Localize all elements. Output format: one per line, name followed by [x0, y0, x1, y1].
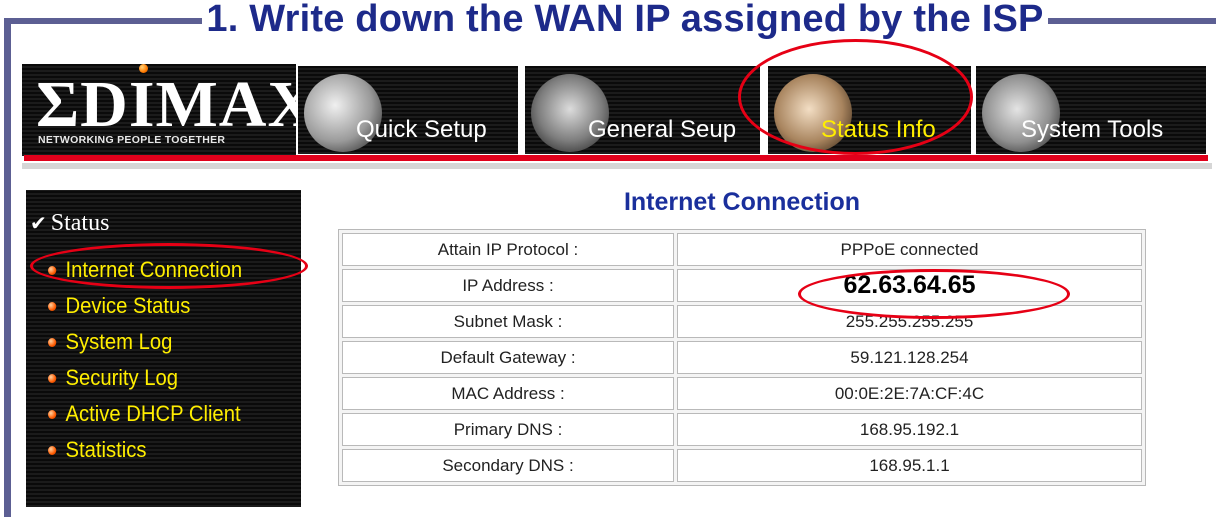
- bullet-icon: [48, 265, 57, 275]
- table-row: Default Gateway : 59.121.128.254: [342, 341, 1142, 374]
- table-row: Subnet Mask : 255.255.255.255: [342, 305, 1142, 338]
- sidebar-item-internet-connection[interactable]: Internet Connection: [48, 252, 242, 288]
- row-value: 00:0E:2E:7A:CF:4C: [677, 377, 1142, 410]
- table-row: Attain IP Protocol : PPPoE connected: [342, 233, 1142, 266]
- sidebar-menu: Internet Connection Device Status System…: [48, 252, 259, 468]
- row-value: 59.121.128.254: [677, 341, 1142, 374]
- sidebar-heading: ✔ Status: [30, 210, 109, 237]
- table-row: IP Address : 62.63.64.65: [342, 269, 1142, 302]
- sidebar-item-system-log[interactable]: System Log: [48, 324, 242, 360]
- row-value: PPPoE connected: [677, 233, 1142, 266]
- row-label: Attain IP Protocol :: [342, 233, 674, 266]
- sidebar-item-label: System Log: [65, 329, 173, 354]
- bullet-icon: [48, 337, 57, 347]
- sidebar-item-label: Internet Connection: [65, 257, 243, 282]
- tab-general-setup[interactable]: General Seup: [525, 66, 760, 154]
- tab-quick-setup[interactable]: Quick Setup: [298, 66, 518, 154]
- tab-label: Status Info: [821, 116, 936, 143]
- row-label: Secondary DNS :: [342, 449, 674, 482]
- page-title: Internet Connection: [623, 188, 861, 216]
- nav-underline: [24, 155, 1208, 161]
- row-label: Default Gateway :: [342, 341, 674, 374]
- bullet-icon: [48, 409, 57, 419]
- row-label: Primary DNS :: [342, 413, 674, 446]
- annotation-frame-top-left: [4, 18, 202, 24]
- row-value: 168.95.192.1: [677, 413, 1142, 446]
- sidebar-item-security-log[interactable]: Security Log: [48, 360, 242, 396]
- row-value: 255.255.255.255: [677, 305, 1142, 338]
- table-row: MAC Address : 00:0E:2E:7A:CF:4C: [342, 377, 1142, 410]
- tab-label: Quick Setup: [356, 116, 487, 143]
- bullet-icon: [48, 445, 57, 455]
- sidebar-item-statistics[interactable]: Statistics: [48, 432, 242, 468]
- sidebar-item-device-status[interactable]: Device Status: [48, 288, 242, 324]
- check-icon: ✔: [30, 213, 47, 235]
- sidebar-item-active-dhcp-client[interactable]: Active DHCP Client: [48, 396, 242, 432]
- sidebar-item-label: Statistics: [65, 437, 147, 462]
- ip-address-value: 62.63.64.65: [677, 269, 1142, 302]
- table-row: Secondary DNS : 168.95.1.1: [342, 449, 1142, 482]
- edimax-logo[interactable]: ΣDIMAX NETWORKING PEOPLE TOGETHER: [22, 64, 315, 156]
- annotation-frame-left: [4, 20, 11, 517]
- sidebar-item-label: Security Log: [65, 365, 178, 390]
- tab-system-tools[interactable]: System Tools: [976, 66, 1206, 154]
- logo-wordmark: ΣDIMAX: [36, 68, 317, 141]
- logo-tagline: NETWORKING PEOPLE TOGETHER: [38, 134, 226, 146]
- sidebar: ✔ Status Internet Connection Device Statu…: [26, 190, 301, 507]
- sidebar-heading-label: Status: [50, 210, 110, 236]
- row-label: IP Address :: [342, 269, 674, 302]
- bullet-icon: [48, 301, 57, 311]
- annotation-frame-top-right: [1048, 18, 1216, 24]
- sidebar-item-label: Active DHCP Client: [65, 401, 241, 426]
- row-label: MAC Address :: [342, 377, 674, 410]
- table-row: Primary DNS : 168.95.192.1: [342, 413, 1142, 446]
- sidebar-item-label: Device Status: [65, 293, 191, 318]
- tab-status-info[interactable]: Status Info: [768, 66, 971, 154]
- bullet-icon: [48, 373, 57, 383]
- row-label: Subnet Mask :: [342, 305, 674, 338]
- row-value: 168.95.1.1: [677, 449, 1142, 482]
- nav-divider: [22, 163, 1212, 169]
- tab-label: General Seup: [588, 116, 737, 143]
- annotation-headline: 1. Write down the WAN IP assigned by the…: [206, 0, 1044, 40]
- tab-label: System Tools: [1021, 116, 1164, 143]
- internet-connection-table: Attain IP Protocol : PPPoE connected IP …: [338, 229, 1146, 486]
